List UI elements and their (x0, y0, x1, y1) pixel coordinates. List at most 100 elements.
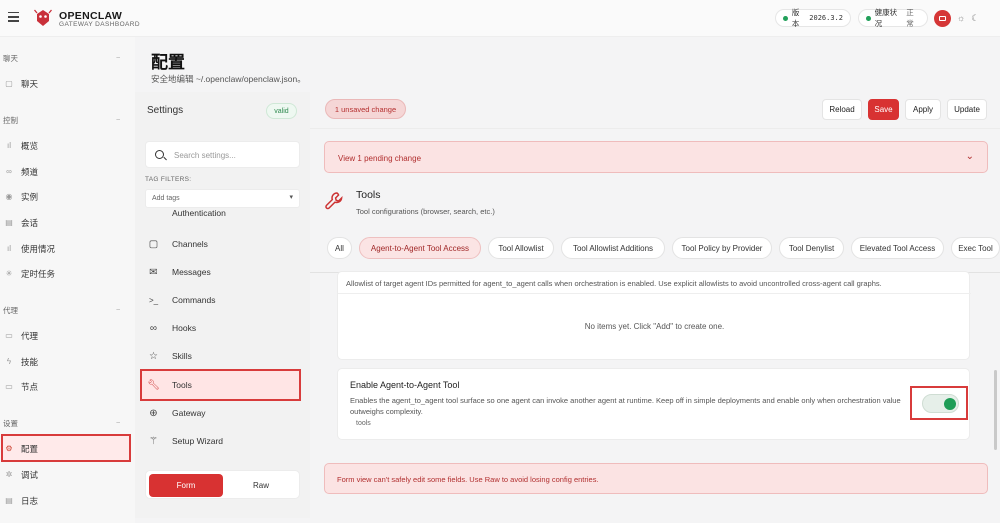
sidebar-item-label: 节点 (21, 381, 39, 392)
section-label: Skills (172, 351, 192, 361)
sidebar-item-debug[interactable]: ✲ 调试 (4, 465, 38, 484)
bar-chart-icon: ıl (7, 244, 11, 253)
monitor-icon: ▭ (5, 382, 13, 391)
settings-section-tools[interactable]: 🔧︎ Tools (147, 374, 297, 396)
sidebar-item-agents[interactable]: ▭ 代理 (4, 326, 38, 345)
sidebar-item-label: 会话 (21, 217, 39, 228)
tab-agent-to-agent[interactable]: Agent-to-Agent Tool Access (359, 237, 481, 259)
top-bar: OPENCLAW GATEWAY DASHBOARD 版本 2026.3.2 健… (0, 0, 1000, 37)
save-button[interactable]: Save (868, 99, 899, 120)
valid-badge: valid (266, 103, 297, 119)
form-warning-banner: Form view can't safely edit some fields.… (324, 463, 988, 494)
tab-all[interactable]: All (327, 237, 352, 259)
health-value: 正常 (906, 8, 914, 28)
section-label: Hooks (172, 323, 197, 333)
sidebar-item-label: 日志 (21, 495, 39, 506)
enable-a2a-card: Enable Agent-to-Agent Tool Enables the a… (337, 368, 970, 440)
sidebar-item-nodes[interactable]: ▭ 节点 (4, 377, 38, 396)
sidebar-item-skills[interactable]: ϟ 技能 (4, 352, 38, 371)
sidebar-item-config[interactable]: ⚙ 配置 (4, 439, 38, 458)
tab-elevated-tool-access[interactable]: Elevated Tool Access (851, 237, 944, 259)
terminal-icon: >_ (148, 295, 159, 305)
settings-search-input[interactable]: Search settings... (145, 141, 300, 168)
settings-section-commands[interactable]: >_ Commands (147, 289, 297, 311)
sidebar-item-label: 调试 (21, 469, 39, 480)
page-subtitle: 安全地编辑 ~/.openclaw/openclaw.json。 (151, 74, 306, 84)
settings-section-partial[interactable]: Authentication (145, 208, 305, 222)
settings-section-skills[interactable]: ☆ Skills (147, 345, 297, 367)
sidebar-item-overview[interactable]: ıl 概览 (4, 136, 38, 155)
sidebar-item-cron[interactable]: ✳ 定时任务 (4, 264, 55, 283)
section-label: Channels (172, 239, 208, 249)
enable-a2a-description: Enables the agent_to_agent tool surface … (350, 396, 901, 416)
sidebar-item-label: 频道 (21, 166, 39, 177)
enable-a2a-toggle[interactable] (922, 394, 959, 413)
tools-title: Tools (356, 189, 381, 201)
monitor-icon[interactable] (934, 9, 951, 27)
add-tags-placeholder: Add tags (152, 195, 180, 202)
tab-tool-allowlist-additions[interactable]: Tool Allowlist Additions (561, 237, 665, 259)
tab-exec-tool[interactable]: Exec Tool (951, 237, 1000, 259)
bug-icon: ✲ (5, 470, 13, 479)
settings-section-messages[interactable]: ✉ Messages (147, 261, 297, 283)
version-value: 2026.3.2 (809, 14, 843, 22)
bar-chart-icon: ıl (7, 141, 11, 150)
search-placeholder: Search settings... (174, 151, 236, 160)
tab-tool-allowlist[interactable]: Tool Allowlist (488, 237, 554, 259)
settings-section-hooks[interactable]: ∞ Hooks (147, 317, 297, 339)
chat-icon: ▢ (148, 238, 159, 250)
wrench-icon (325, 192, 343, 210)
sidebar-item-label: 概览 (21, 140, 39, 151)
warning-text: Form view can't safely edit some fields.… (337, 475, 599, 484)
link-icon: ∞ (149, 322, 158, 334)
scrollbar[interactable] (994, 370, 997, 450)
wrench-icon: 🔧︎ (147, 379, 160, 391)
sidebar-item-instances[interactable]: ◉ 实例 (4, 187, 39, 206)
brand-subtitle: GATEWAY DASHBOARD (59, 21, 140, 28)
enable-a2a-title: Enable Agent-to-Agent Tool (350, 380, 460, 390)
raw-mode-button[interactable]: Raw (224, 474, 298, 497)
gear-icon: ⚙ (5, 444, 13, 453)
section-label: Messages (172, 267, 211, 277)
zap-icon: ϟ (6, 357, 12, 366)
theme-switcher: ☼ ☾ (934, 9, 994, 27)
empty-state: No items yet. Click "Add" to create one. (584, 322, 725, 331)
divider (310, 128, 1000, 129)
settings-section-gateway[interactable]: ⊕ Gateway (147, 402, 297, 424)
status-dot-icon (866, 15, 871, 21)
wand-icon: ⚚ (149, 435, 158, 447)
tab-tool-policy-by-provider[interactable]: Tool Policy by Provider (672, 237, 772, 259)
settings-section-channels[interactable]: ▢ Channels (147, 233, 297, 255)
sidebar-item-channels[interactable]: ∞ 频道 (4, 162, 38, 181)
sidebar-item-label: 代理 (21, 330, 39, 341)
link-icon: ∞ (6, 167, 12, 176)
divider (338, 293, 971, 294)
sun-icon[interactable]: ☼ (957, 13, 965, 23)
moon-icon[interactable]: ☾ (971, 13, 979, 24)
update-button[interactable]: Update (947, 99, 987, 120)
sidebar-item-logs[interactable]: ▤ 日志 (4, 491, 38, 510)
reload-button[interactable]: Reload (822, 99, 862, 120)
sidebar-item-sessions[interactable]: ▤ 会话 (4, 213, 38, 232)
sidebar-item-label: 技能 (21, 356, 39, 367)
star-icon: ☆ (149, 350, 158, 362)
tab-tool-denylist[interactable]: Tool Denylist (779, 237, 844, 259)
radio-icon: ◉ (5, 192, 13, 201)
settings-section-setup-wizard[interactable]: ⚚ Setup Wizard (147, 430, 297, 452)
sidebar-item-usage[interactable]: ıl 使用情况 (4, 239, 55, 258)
form-mode-button[interactable]: Form (149, 474, 223, 497)
toggle-knob (944, 398, 956, 410)
mode-toggle: Form Raw (145, 470, 300, 499)
apply-button[interactable]: Apply (905, 99, 941, 120)
sidebar-item-label: 聊天 (21, 78, 39, 89)
unsaved-badge: 1 unsaved change (325, 99, 406, 119)
chevron-down-icon: ⌄ (965, 151, 974, 162)
version-label: 版本 (791, 8, 800, 28)
sidebar-item-chat[interactable]: ▢ 聊天 (4, 74, 38, 93)
chat-icon: ▢ (5, 79, 13, 88)
mail-icon: ✉ (149, 266, 158, 278)
pending-changes-banner[interactable]: View 1 pending change ⌄ (324, 141, 988, 173)
add-tags-select[interactable]: Add tags ▾ (145, 189, 300, 208)
health-label: 健康状况 (874, 8, 898, 28)
menu-icon[interactable] (8, 12, 19, 22)
